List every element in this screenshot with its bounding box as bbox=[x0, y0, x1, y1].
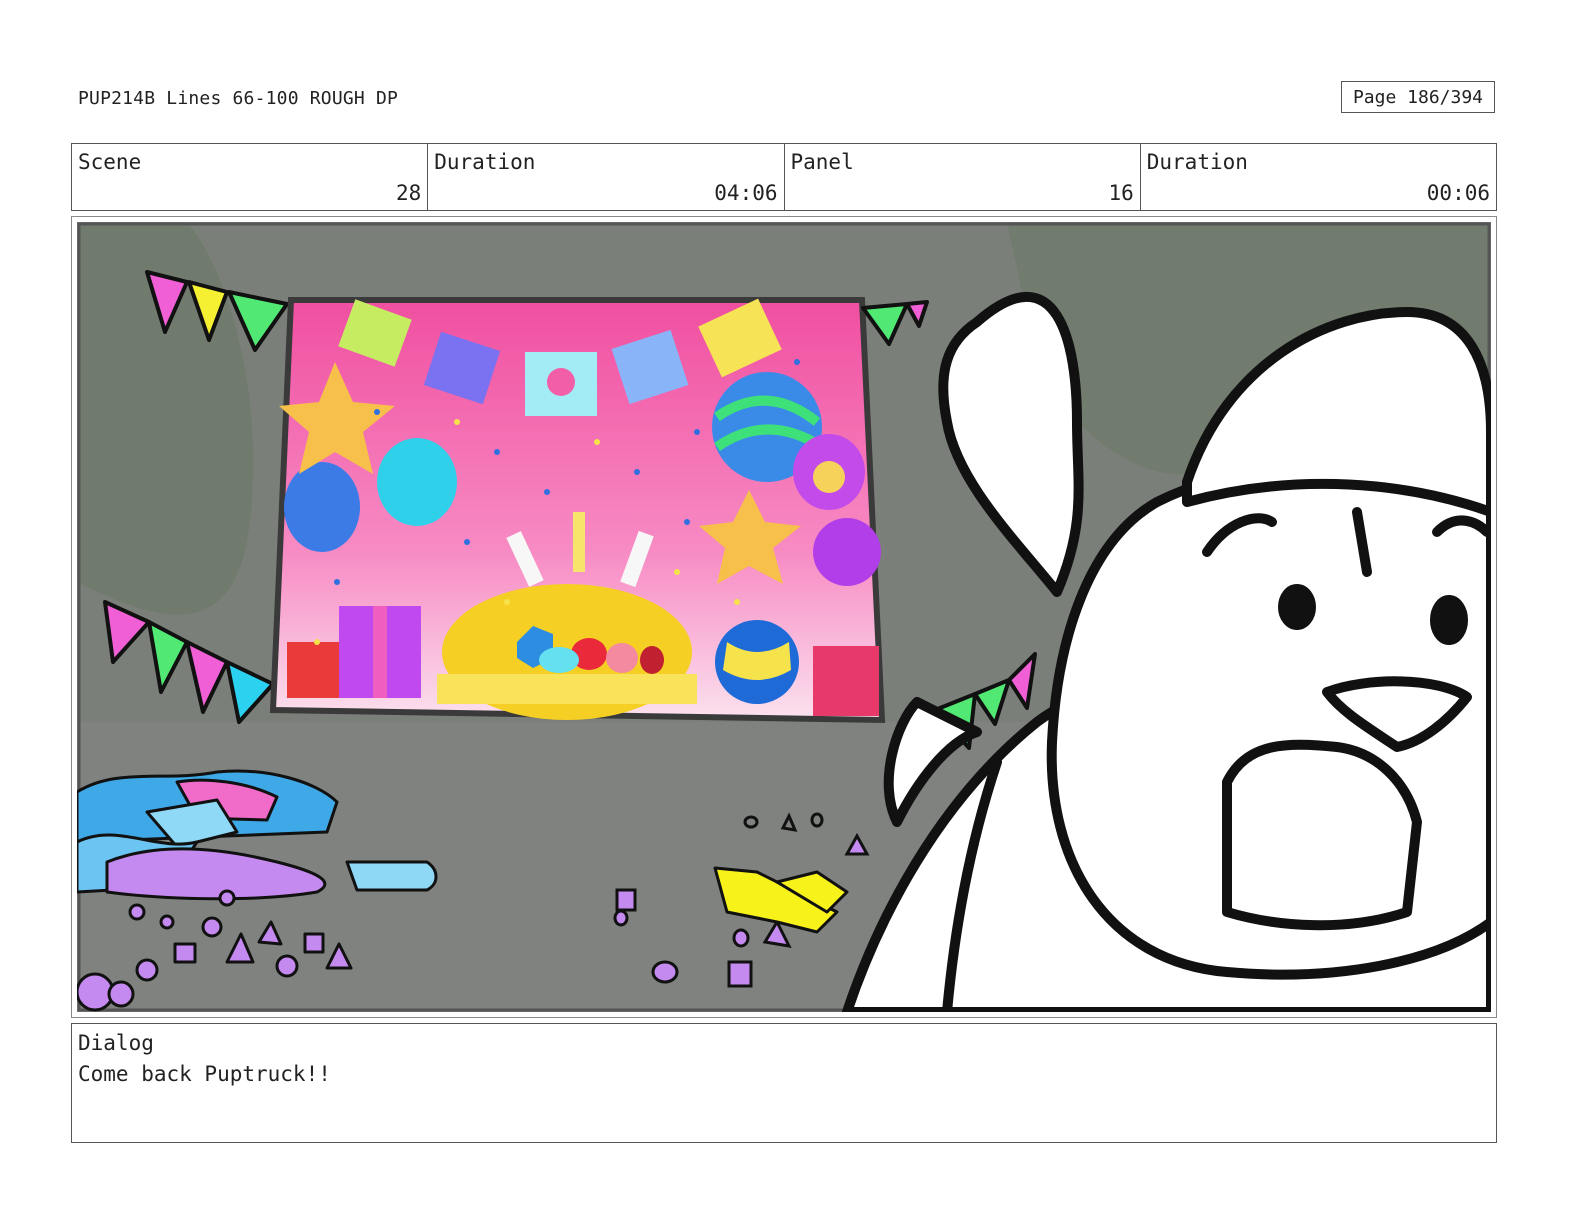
dialog-label: Dialog bbox=[78, 1031, 154, 1055]
panel-cell: Panel 16 bbox=[785, 144, 1141, 210]
scene-info-table: Scene 28 Duration 04:06 Panel 16 Duratio… bbox=[71, 143, 1497, 211]
page-number: Page 186/394 bbox=[1341, 81, 1495, 113]
scene-value: 28 bbox=[395, 181, 422, 205]
scene-cell: Scene 28 bbox=[72, 144, 429, 210]
party-banner bbox=[269, 297, 886, 724]
panel-duration-value: 00:06 bbox=[1426, 181, 1490, 205]
scene-label: Scene bbox=[78, 150, 142, 174]
panel-value: 16 bbox=[1108, 181, 1134, 205]
document-title: PUP214B Lines 66-100 ROUGH DP bbox=[78, 88, 399, 109]
dialog-text: Come back Puptruck!! bbox=[78, 1062, 331, 1086]
panel-duration-label: Duration bbox=[1146, 150, 1248, 174]
scene-duration-label: Duration bbox=[434, 150, 536, 174]
scene-duration-cell: Duration 04:06 bbox=[428, 144, 785, 210]
dialog-box: Dialog Come back Puptruck!! bbox=[71, 1023, 1497, 1143]
storyboard-drawing bbox=[77, 222, 1491, 1012]
storyboard-panel-frame bbox=[71, 216, 1497, 1018]
panel-label: Panel bbox=[790, 150, 854, 174]
scene-duration-value: 04:06 bbox=[714, 181, 778, 205]
panel-duration-cell: Duration 00:06 bbox=[1141, 144, 1496, 210]
